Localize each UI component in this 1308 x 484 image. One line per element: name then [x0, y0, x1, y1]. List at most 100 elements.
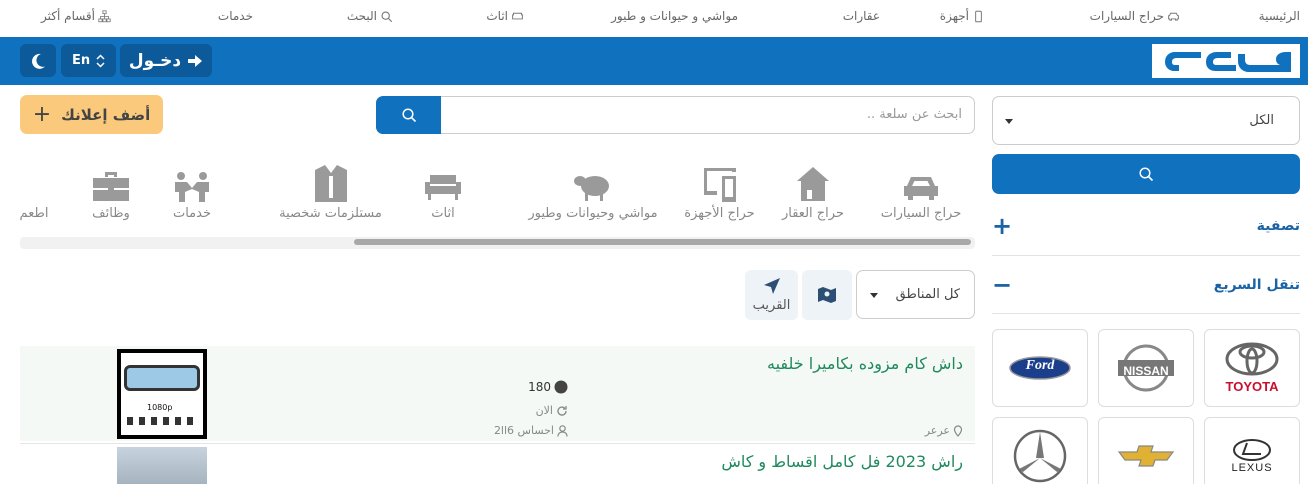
briefcase-icon: [93, 172, 129, 201]
nav-livestock[interactable]: مواشي و حيوانات و طيور: [611, 9, 738, 23]
nav-realestate-label: عقارات: [842, 9, 880, 23]
map-button[interactable]: [802, 270, 852, 320]
search-icon: [1139, 167, 1154, 182]
nav-search[interactable]: البحث: [347, 9, 393, 23]
thumbnail-caption: 1080p: [147, 403, 173, 412]
chevron-updown-icon: [96, 53, 105, 68]
car-icon: [1168, 12, 1179, 21]
brand-lexus[interactable]: LEXUS: [1204, 417, 1300, 484]
nav-devices[interactable]: أجهزة: [940, 9, 985, 23]
house-icon: [797, 167, 829, 201]
category-personal-label: مستلزمات شخصية: [279, 206, 382, 221]
area-select[interactable]: كل المناطق: [856, 270, 975, 319]
chevrolet-logo-icon: [1117, 445, 1175, 467]
mirror-shape: [124, 365, 200, 391]
post-thumbnail[interactable]: 1080p: [117, 349, 207, 439]
nav-services[interactable]: خدمات: [218, 9, 253, 23]
post-title[interactable]: داش كام مزوده بكاميرا خلفيه: [767, 354, 963, 373]
brand-mercedes[interactable]: [992, 417, 1088, 484]
category-livestock[interactable]: مواشي وحيوانات وطيور: [523, 162, 663, 221]
sidebar-search-button[interactable]: [992, 154, 1300, 194]
brand-chevrolet[interactable]: [1098, 417, 1194, 484]
nav-search-label: البحث: [346, 9, 377, 23]
shirt-icon: [314, 165, 347, 202]
quick-nav-label: تنقل السريع: [1213, 277, 1300, 293]
category-realestate-label: حراج العقار: [781, 206, 844, 221]
category-furniture[interactable]: اثاث: [408, 162, 478, 221]
map-pin-icon: [953, 424, 963, 437]
moon-icon: [32, 53, 45, 69]
post-price: 180: [528, 380, 568, 394]
category-cars[interactable]: حراج السيارات: [876, 162, 966, 221]
sitemap-icon: [98, 9, 111, 22]
post-city-value: عرعر: [924, 424, 950, 437]
nav-cars[interactable]: حراج السيارات: [1090, 9, 1180, 23]
sheep-icon: [574, 176, 609, 201]
language-switch-button[interactable]: En: [61, 44, 116, 77]
filter-toggle[interactable]: تصفية +: [992, 211, 1300, 241]
handshake-icon: [175, 172, 209, 202]
nav-more-label: أقسام أكثر: [41, 9, 95, 23]
plus-icon: +: [32, 102, 52, 127]
nissan-text: NISSAN: [1123, 364, 1169, 378]
category-services[interactable]: خدمات: [152, 162, 232, 221]
post-card[interactable]: داش كام مزوده بكاميرا خلفيه 180 الان عرع…: [20, 346, 975, 441]
nav-more[interactable]: أقسام أكثر: [41, 9, 111, 23]
haraj-logo[interactable]: [1152, 44, 1300, 78]
nearby-label: القريب: [752, 298, 791, 313]
sign-in-icon: [188, 54, 203, 67]
quick-nav-toggle[interactable]: تنقل السريع −: [992, 270, 1300, 300]
nav-devices-label: أجهزة: [939, 9, 969, 23]
add-ad-label: أضف إعلانك: [61, 105, 151, 124]
category-devices[interactable]: حراج الأجهزة: [677, 162, 762, 221]
search-icon: [381, 10, 393, 22]
nearby-button[interactable]: القريب: [745, 270, 798, 320]
caret-down-icon: [1005, 119, 1013, 124]
region-select[interactable]: الكل: [992, 96, 1300, 145]
nav-livestock-label: مواشي و حيوانات و طيور: [611, 9, 738, 23]
category-furniture-label: اثاث: [431, 206, 455, 221]
nav-realestate[interactable]: عقارات: [843, 9, 880, 23]
toyota-text: TOYOTA: [1225, 379, 1279, 394]
minus-icon: −: [992, 271, 1013, 299]
login-button[interactable]: دخـول: [120, 44, 212, 77]
ford-text: Ford: [1025, 358, 1055, 373]
category-personal[interactable]: مستلزمات شخصية: [268, 162, 393, 221]
category-livestock-label: مواشي وحيوانات وطيور: [528, 206, 658, 221]
nav-home[interactable]: الرئيسية: [1259, 9, 1300, 23]
category-jobs[interactable]: وظائف: [81, 162, 141, 221]
brand-ford[interactable]: Ford: [992, 329, 1088, 407]
riyal-icon: [554, 380, 568, 394]
post-time-value: الان: [535, 404, 553, 417]
category-realestate[interactable]: حراج العقار: [773, 162, 853, 221]
post-card[interactable]: راش 2023 فل كامل اقساط و كاش: [20, 443, 975, 484]
post-price-value: 180: [528, 380, 551, 394]
category-scrollbar-thumb[interactable]: [354, 239, 971, 245]
dark-mode-button[interactable]: [20, 44, 56, 77]
language-label: En: [71, 53, 91, 68]
post-user[interactable]: احساس 2ll6: [494, 424, 568, 437]
mobile-icon: [975, 10, 982, 22]
category-jobs-label: وظائف: [92, 206, 130, 221]
dashcam-image: 1080p: [121, 353, 203, 435]
post-thumbnail[interactable]: [117, 447, 207, 484]
brand-nissan[interactable]: NISSAN: [1098, 329, 1194, 407]
category-food[interactable]: اطعم: [14, 162, 54, 221]
search-button[interactable]: [376, 96, 441, 134]
brand-toyota[interactable]: TOYOTA: [1204, 329, 1300, 407]
region-select-value: الكل: [1249, 113, 1274, 128]
nav-furniture[interactable]: اثاث: [486, 9, 524, 23]
post-title[interactable]: راش 2023 فل كامل اقساط و كاش: [721, 452, 963, 471]
area-select-value: كل المناطق: [895, 287, 960, 302]
add-ad-button[interactable]: أضف إعلانك +: [20, 95, 163, 134]
toyota-logo-icon: [1225, 342, 1279, 376]
sofa-icon: [425, 175, 461, 200]
category-food-label: اطعم: [19, 206, 49, 221]
lexus-text: LEXUS: [1231, 462, 1273, 474]
search-input[interactable]: ابحث عن سلعة ..: [440, 96, 975, 134]
nav-cars-label: حراج السيارات: [1089, 9, 1164, 23]
user-icon: [557, 424, 568, 437]
search-placeholder: ابحث عن سلعة ..: [866, 107, 962, 122]
accessories-shape: [127, 417, 197, 425]
haraj-logo-mark: [1165, 52, 1291, 72]
